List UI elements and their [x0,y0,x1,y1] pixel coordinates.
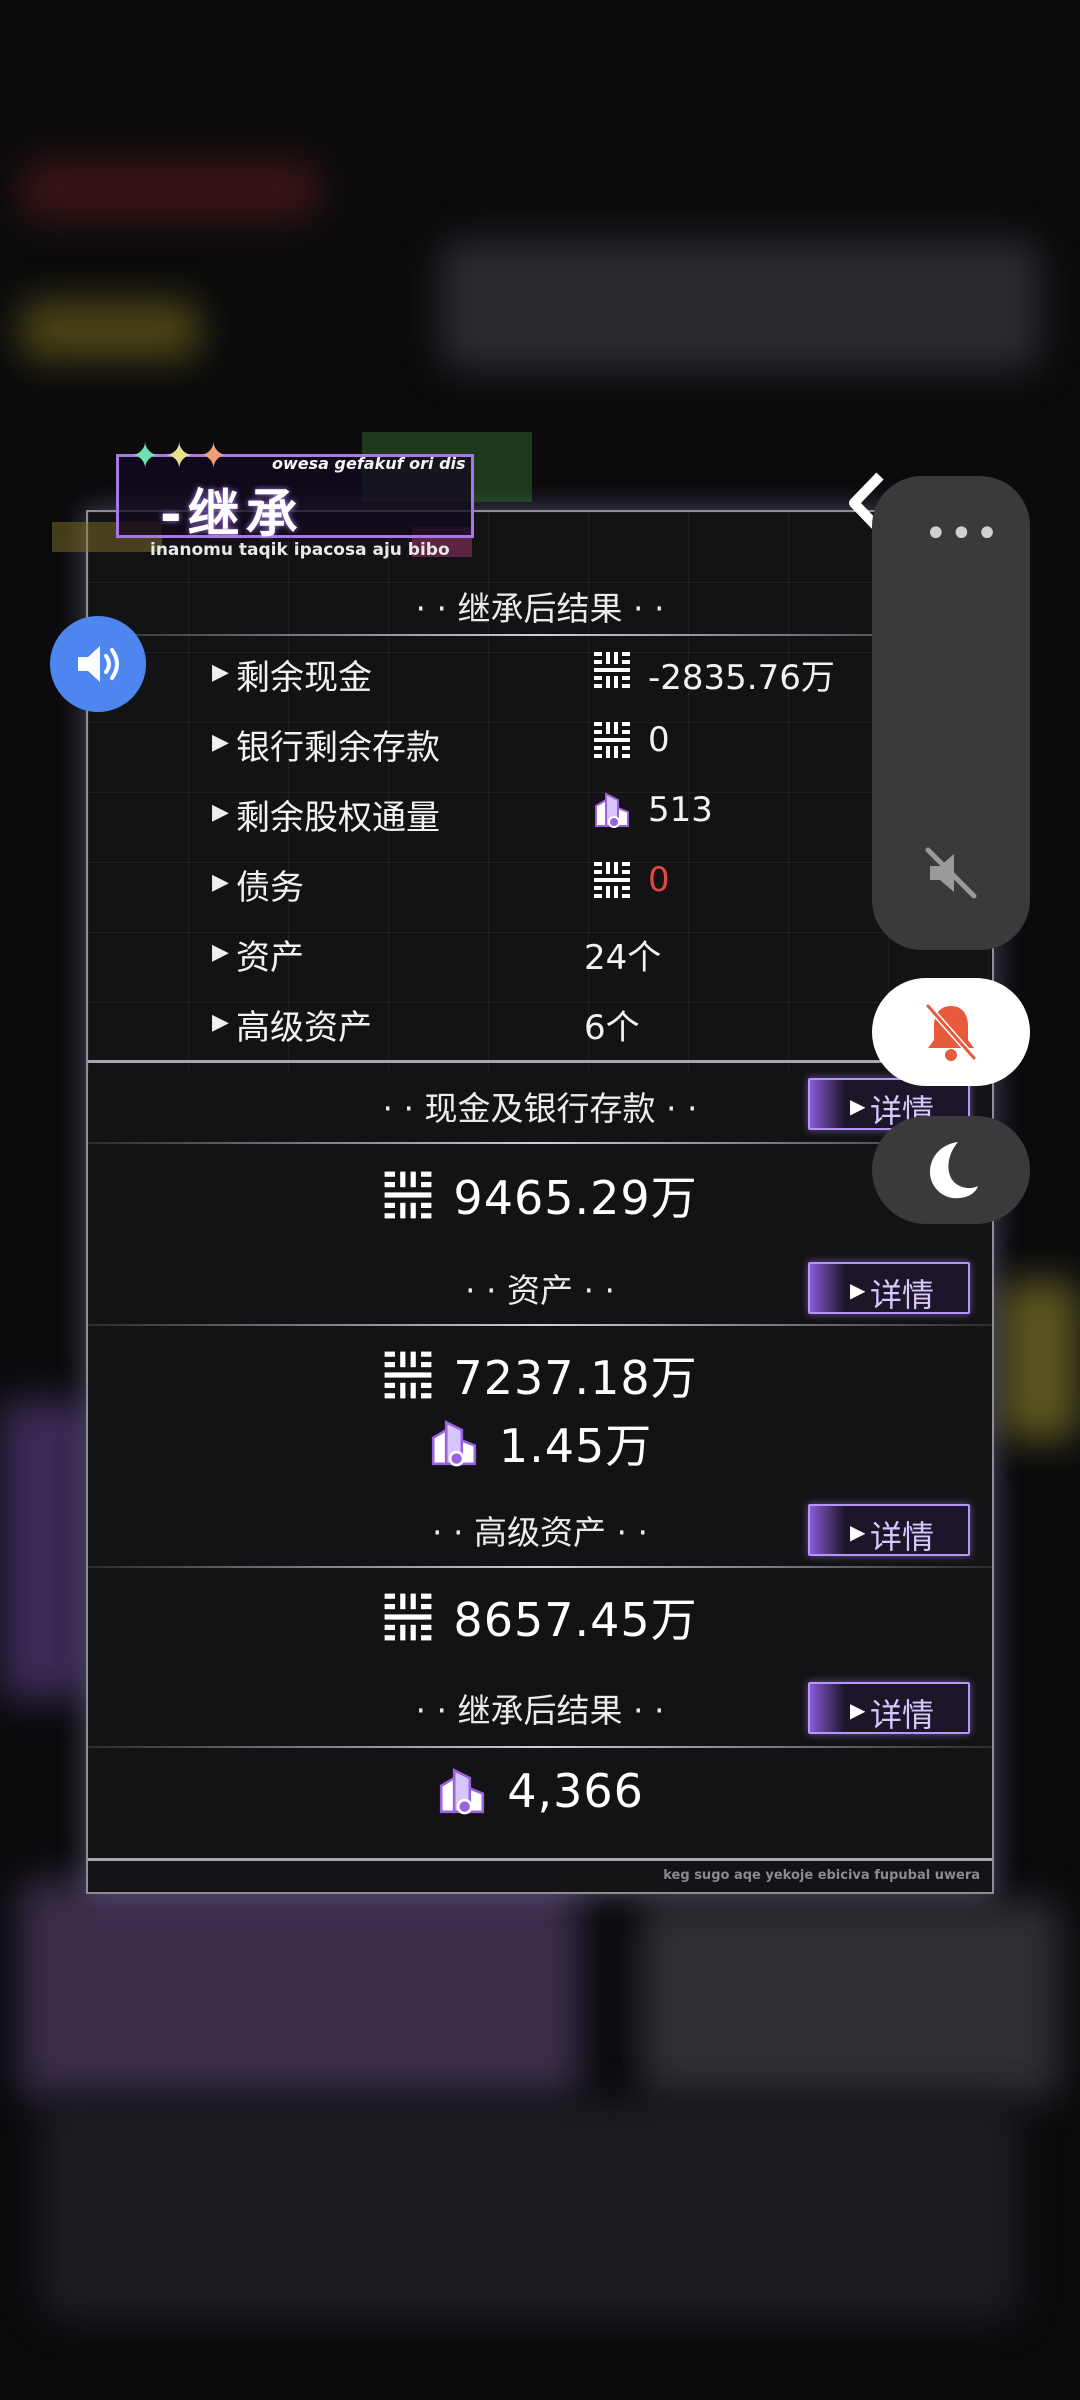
stat-row-equity: ▶ 剩余股权通量 513 [88,784,992,844]
divider [88,1746,992,1748]
notification-mute-button[interactable] [872,978,1030,1086]
assets-equity-value: 1.45万 [498,1419,653,1473]
stat-row-assets: ▶ 资产 24个 [88,924,992,984]
equity-icon [431,1420,476,1467]
divider [88,1324,992,1326]
caret-right-icon: ▶ [850,1698,866,1722]
caret-right-icon: ▶ [212,870,229,895]
stat-row-premium-assets: ▶ 高级资产 6个 [88,994,992,1054]
screen: · · 继承后结果 · · ▶ 剩余现金 -2835.76万 ▶ 银行剩余存款 [0,0,1080,2400]
title-footnote: inanomu taqik ipacosa aju bibo [150,540,450,560]
inheritance-panel: · · 继承后结果 · · ▶ 剩余现金 -2835.76万 ▶ 银行剩余存款 [86,510,994,1894]
value-row: 9465.29万 [88,1162,992,1228]
value-row: 1.45万 [88,1410,992,1476]
caret-right-icon: ▶ [212,1010,229,1035]
equity-icon [439,1768,485,1815]
title-subtitle: owesa gefakuf ori dis [272,454,466,473]
title-badge: ✦✦✦ owesa gefakuf ori dis -继承 inanomu ta… [52,432,542,562]
caret-right-icon: ▶ [212,800,229,825]
night-mode-button[interactable] [872,1116,1030,1224]
caret-right-icon: ▶ [850,1094,866,1118]
bell-off-icon [925,1003,977,1061]
stat-value: 513 [648,790,713,830]
stat-row-bank-deposit: ▶ 银行剩余存款 0 [88,714,992,774]
result-equity-value: 4,366 [507,1764,644,1818]
page-title: -继承 [160,485,304,545]
caret-right-icon: ▶ [212,940,229,965]
premium-assets-value: 8657.45万 [453,1593,698,1647]
cash-icon [384,1351,432,1399]
speaker-icon [78,646,119,682]
stat-label: 高级资产 [236,1008,372,1048]
cash-icon [594,722,630,758]
caret-right-icon: ▶ [212,660,229,685]
detail-button-assets[interactable]: ▶ 详情 [808,1262,970,1314]
cash-icon [594,862,630,898]
divider [88,1858,992,1861]
summary-heading: · · 继承后结果 · · [415,589,665,628]
stat-label: 银行剩余存款 [236,728,440,768]
stat-row-cash: ▶ 剩余现金 -2835.76万 [88,644,992,704]
equity-icon [595,792,629,828]
assets-cash-value: 7237.18万 [453,1351,698,1405]
stat-label: 剩余现金 [236,658,372,698]
detail-button-premium-assets[interactable]: ▶ 详情 [808,1504,970,1556]
cash-icon [594,652,630,688]
detail-button-result[interactable]: ▶ 详情 [808,1682,970,1734]
stat-value: 0 [648,720,670,760]
moon-icon [930,1142,978,1199]
more-options-icon[interactable]: ••• [924,514,1001,554]
cash-icon [384,1171,432,1219]
divider [88,1566,992,1568]
divider [88,1142,992,1144]
stat-value: 6个 [584,1008,640,1048]
caret-right-icon: ▶ [850,1278,866,1302]
value-row: 7237.18万 [88,1342,992,1408]
star-rating-icon: ✦✦✦ [130,436,233,477]
divider [88,1060,992,1063]
caret-right-icon: ▶ [850,1520,866,1544]
divider [88,634,992,636]
stat-value: 24个 [584,938,662,978]
panel-footer-text: keg sugo aqe yekoje ebiciva fupubal uwer… [663,1868,980,1883]
stat-value: 0 [648,860,670,900]
caret-right-icon: ▶ [212,730,229,755]
value-row: 4,366 [88,1764,992,1830]
cash-deposit-value: 9465.29万 [453,1171,698,1225]
sound-toggle-button[interactable] [50,616,146,712]
value-row: 8657.45万 [88,1584,992,1650]
stat-label: 资产 [236,938,304,978]
stat-value: -2835.76万 [648,658,835,698]
side-control-panel: ••• [872,476,1030,950]
stat-label: 债务 [236,868,304,908]
stat-label: 剩余股权通量 [236,798,440,838]
stat-row-debt: ▶ 债务 0 [88,854,992,914]
mute-icon[interactable] [922,844,980,902]
cash-icon [384,1593,432,1641]
